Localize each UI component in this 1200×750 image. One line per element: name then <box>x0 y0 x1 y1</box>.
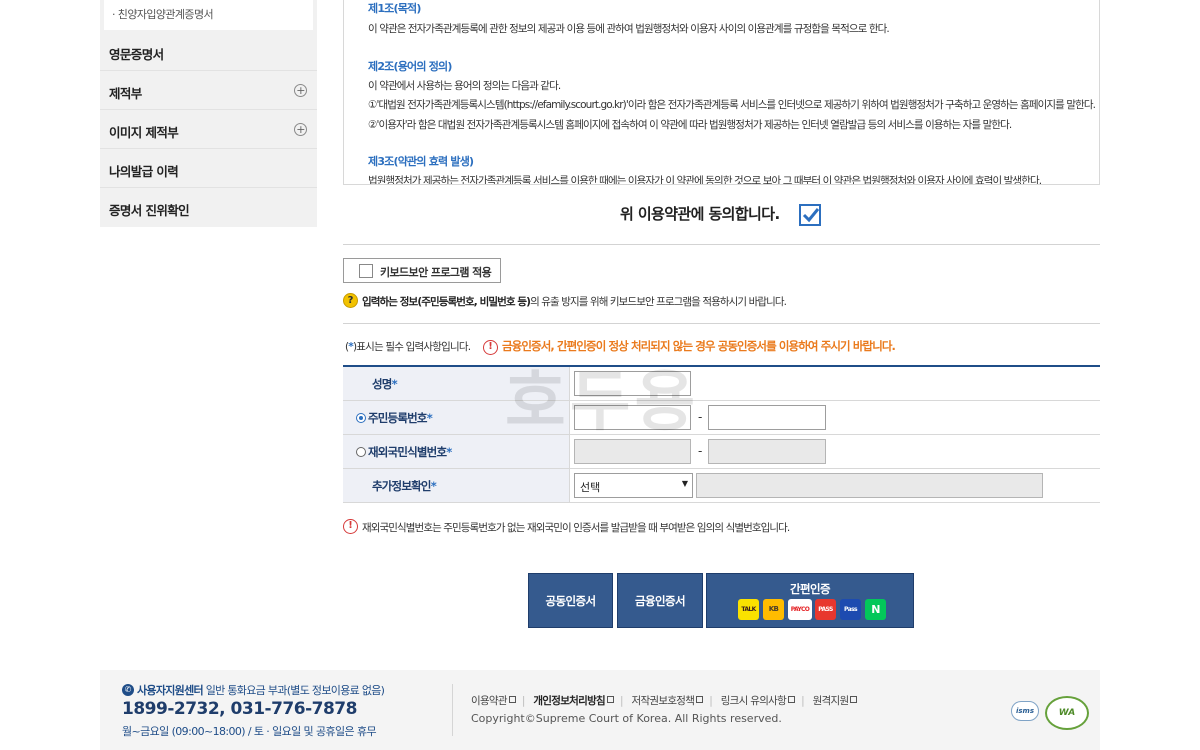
footer-link-link-policy[interactable]: 링크시 유의사항 <box>721 695 796 707</box>
rrn-back-input[interactable] <box>708 405 826 430</box>
foreign-id-row: 재외국민식별번호* - <box>343 435 1100 469</box>
expand-plus-icon[interactable]: + <box>294 84 307 97</box>
divider <box>452 684 453 736</box>
kb-icon: KB <box>763 599 784 620</box>
foreign-id-note: 재외국민식별번호는 주민등록번호가 없는 재외국민이 인증서를 발급받을 때 부… <box>362 522 790 534</box>
sidebar-item-english-cert[interactable]: 영문증명서 <box>100 32 317 71</box>
agree-label: 위 이용약관에 동의합니다. <box>620 205 780 223</box>
sidebar-item-label: 영문증명서 <box>109 47 164 62</box>
naver-icon: N <box>865 599 886 620</box>
sidebar-item-issue-history[interactable]: 나의발급 이력 <box>100 149 317 188</box>
sidebar-item-label: 제적부 <box>109 86 142 101</box>
rrn-front-input[interactable] <box>574 405 691 430</box>
rrn-row: 주민등록번호* - <box>343 401 1100 435</box>
samsung-pass-icon: Pass <box>840 599 861 620</box>
footer-link-terms[interactable]: 이용약관 <box>471 695 516 707</box>
terms-scroll-box[interactable]: 제1조(목적) 이 약관은 전자가족관계등록에 관한 정보의 제공과 이용 등에… <box>343 0 1100 185</box>
foreign-id-front-input[interactable] <box>574 439 691 464</box>
extra-info-input[interactable] <box>696 473 1043 498</box>
extra-info-select[interactable]: 선택 ▼ <box>574 473 693 498</box>
keyboard-security-toggle[interactable]: 키보드보안 프로그램 적용 <box>343 258 501 283</box>
payco-icon: PAYCO <box>788 599 812 620</box>
foreign-id-dash: - <box>698 444 703 458</box>
checkmark-icon <box>802 208 820 223</box>
footer-link-copyright[interactable]: 저작권보호정책 <box>632 695 704 707</box>
external-link-icon <box>850 696 858 703</box>
foreign-id-label: 재외국민식별번호* <box>343 435 570 468</box>
sidebar-subitem-adoption-cert[interactable]: · 친양자입양관계증명서 <box>104 0 313 30</box>
simple-auth-button[interactable]: 간편인증 TALK KB PAYCO PASS Pass N <box>706 573 914 628</box>
name-input[interactable] <box>574 371 691 396</box>
dropdown-arrow-icon: ▼ <box>681 479 688 488</box>
external-link-icon <box>508 696 516 703</box>
web-accessibility-badge-icon: WA <box>1045 696 1089 730</box>
sidebar-item-removal-register[interactable]: 제적부 + <box>100 71 317 110</box>
sidebar: · 친양자입양관계증명서 영문증명서 제적부 + 이미지 제적부 + 나의발급 이력… <box>100 0 317 227</box>
foreign-id-back-input[interactable] <box>708 439 826 464</box>
external-link-icon <box>788 696 796 703</box>
article-1-text: 이 약관은 전자가족관계등록에 관한 정보의 제공과 이용 등에 관하여 법원행… <box>368 23 890 35</box>
sidebar-item-cert-verify[interactable]: 증명서 진위확인 <box>100 188 317 227</box>
required-note: (*)표시는 필수 입력사항입니다. <box>345 341 471 353</box>
isms-badge-icon: isms <box>1011 701 1039 721</box>
article-2-item-1: ①'대법원 전자가족관계등록시스템(https://efamily.scourt… <box>368 99 1096 111</box>
sidebar-item-image-removal-register[interactable]: 이미지 제적부 + <box>100 110 317 149</box>
kakaotalk-icon: TALK <box>738 599 759 620</box>
keyboard-security-note: 입력하는 정보(주민등록번호, 비밀번호 등)의 유출 방지를 위해 키보드보안… <box>362 296 787 308</box>
divider <box>343 323 1100 324</box>
simple-auth-provider-logos: TALK KB PAYCO PASS Pass N <box>738 599 888 622</box>
copyright: Copyright©Supreme Court of Korea. All Ri… <box>471 712 782 725</box>
footer-links: 이용약관 | 개인정보처리방침 | 저작권보호정책 | 링크시 유의사항 | 원격지원 <box>471 693 858 708</box>
article-2-text: 이 약관에서 사용하는 용어의 정의는 다음과 같다. <box>368 80 561 92</box>
footer-link-privacy[interactable]: 개인정보처리방침 <box>533 695 615 707</box>
phone-icon: ✆ <box>122 684 134 696</box>
rrn-label: 주민등록번호* <box>343 401 570 434</box>
footer-link-remote-support[interactable]: 원격지원 <box>813 695 858 707</box>
article-1-title: 제1조(목적) <box>368 2 421 15</box>
warning-icon: ! <box>343 519 358 534</box>
joint-cert-button[interactable]: 공동인증서 <box>528 573 613 628</box>
support-center-label: 사용자지원센터 일반 통화요금 부과(별도 정보이용료 없음) <box>137 684 385 697</box>
expand-plus-icon[interactable]: + <box>294 123 307 136</box>
article-2-item-2: ②'이용자'라 함은 대법원 전자가족관계등록시스템 홈페이지에 접속하여 이 … <box>368 119 1012 131</box>
rrn-radio[interactable] <box>356 413 366 423</box>
sidebar-item-label: 이미지 제적부 <box>109 125 179 140</box>
pass-icon: PASS <box>815 599 836 620</box>
rrn-dash: - <box>698 410 703 424</box>
external-link-icon <box>607 696 615 703</box>
divider <box>343 244 1100 245</box>
agree-checkbox[interactable] <box>799 204 821 226</box>
article-2-title: 제2조(용어의 정의) <box>368 60 452 73</box>
extra-info-row: 추가정보확인* 선택 ▼ <box>343 469 1100 503</box>
support-phone: 1899-2732, 031-776-7878 <box>122 699 357 719</box>
sidebar-item-label: 증명서 진위확인 <box>109 203 190 218</box>
cert-warning-text: 금융인증서, 간편인증이 정상 처리되지 않는 경우 공동인증서를 이용하여 주… <box>502 339 896 353</box>
article-3-title: 제3조(약관의 효력 발생) <box>368 155 474 168</box>
financial-cert-button[interactable]: 금융인증서 <box>617 573 703 628</box>
footer: ✆ 사용자지원센터 일반 통화요금 부과(별도 정보이용료 없음) 1899-2… <box>100 670 1100 750</box>
extra-info-label: 추가정보확인* <box>343 469 570 502</box>
question-icon: ? <box>343 293 358 308</box>
article-3-text: 법원행정처가 제공하는 전자가족관계등록 서비스를 이용한 때에는 이용자가 이… <box>368 175 1042 185</box>
identity-form: 성명* 주민등록번호* - 재외국민식별번호* - 추가정보확인* 선택 ▼ <box>343 365 1100 503</box>
support-hours: 월~금요일 (09:00~18:00) / 토 · 일요일 및 공휴일은 휴무 <box>122 725 377 738</box>
name-label: 성명* <box>343 367 570 400</box>
warning-icon: ! <box>483 340 498 355</box>
checkbox-icon <box>359 264 373 278</box>
name-row: 성명* <box>343 367 1100 401</box>
keyboard-security-label: 키보드보안 프로그램 적용 <box>380 266 492 279</box>
external-link-icon <box>696 696 704 703</box>
foreign-id-radio[interactable] <box>356 447 366 457</box>
sidebar-item-label: 나의발급 이력 <box>109 164 179 179</box>
